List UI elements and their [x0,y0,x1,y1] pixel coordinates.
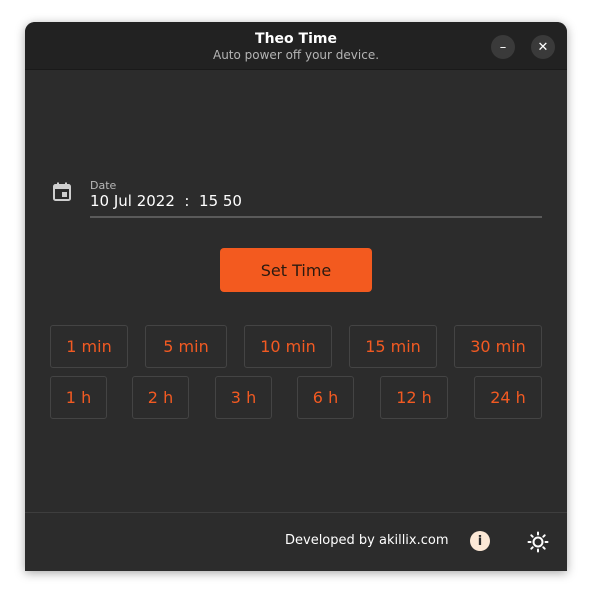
preset-12-h-button[interactable]: 12 h [380,376,448,419]
window-subtitle: Auto power off your device. [212,48,380,62]
window-title: Theo Time [255,31,337,47]
preset-15-min-button[interactable]: 15 min [349,325,437,368]
preset-6-h-button[interactable]: 6 h [297,376,354,419]
date-field[interactable]: 10 Jul 2022 : 15 50 [90,192,242,210]
sun-icon[interactable] [527,531,549,553]
set-time-button[interactable]: Set Time [220,248,372,292]
close-button[interactable]: ✕ [531,35,555,59]
info-glyph: i [477,533,483,549]
preset-30-min-button[interactable]: 30 min [454,325,542,368]
developer-credit: Developed by akillix.com [285,533,449,548]
minimize-icon: – [499,39,507,55]
preset-10-min-button[interactable]: 10 min [244,325,332,368]
preset-2-h-button[interactable]: 2 h [132,376,189,419]
calendar-icon[interactable] [52,182,72,202]
minimize-button[interactable]: – [491,35,515,59]
title-bar: Theo Time Auto power off your device. – … [25,22,567,70]
info-icon[interactable]: i [470,531,490,551]
preset-24-h-button[interactable]: 24 h [474,376,542,419]
preset-3-h-button[interactable]: 3 h [215,376,272,419]
close-icon: ✕ [537,39,549,55]
app-window: Theo Time Auto power off your device. – … [25,22,567,571]
preset-1-h-button[interactable]: 1 h [50,376,107,419]
preset-1-min-button[interactable]: 1 min [50,325,128,368]
date-field-underline [90,216,542,218]
preset-5-min-button[interactable]: 5 min [145,325,227,368]
footer-divider [25,512,567,513]
date-label: Date [90,179,117,192]
